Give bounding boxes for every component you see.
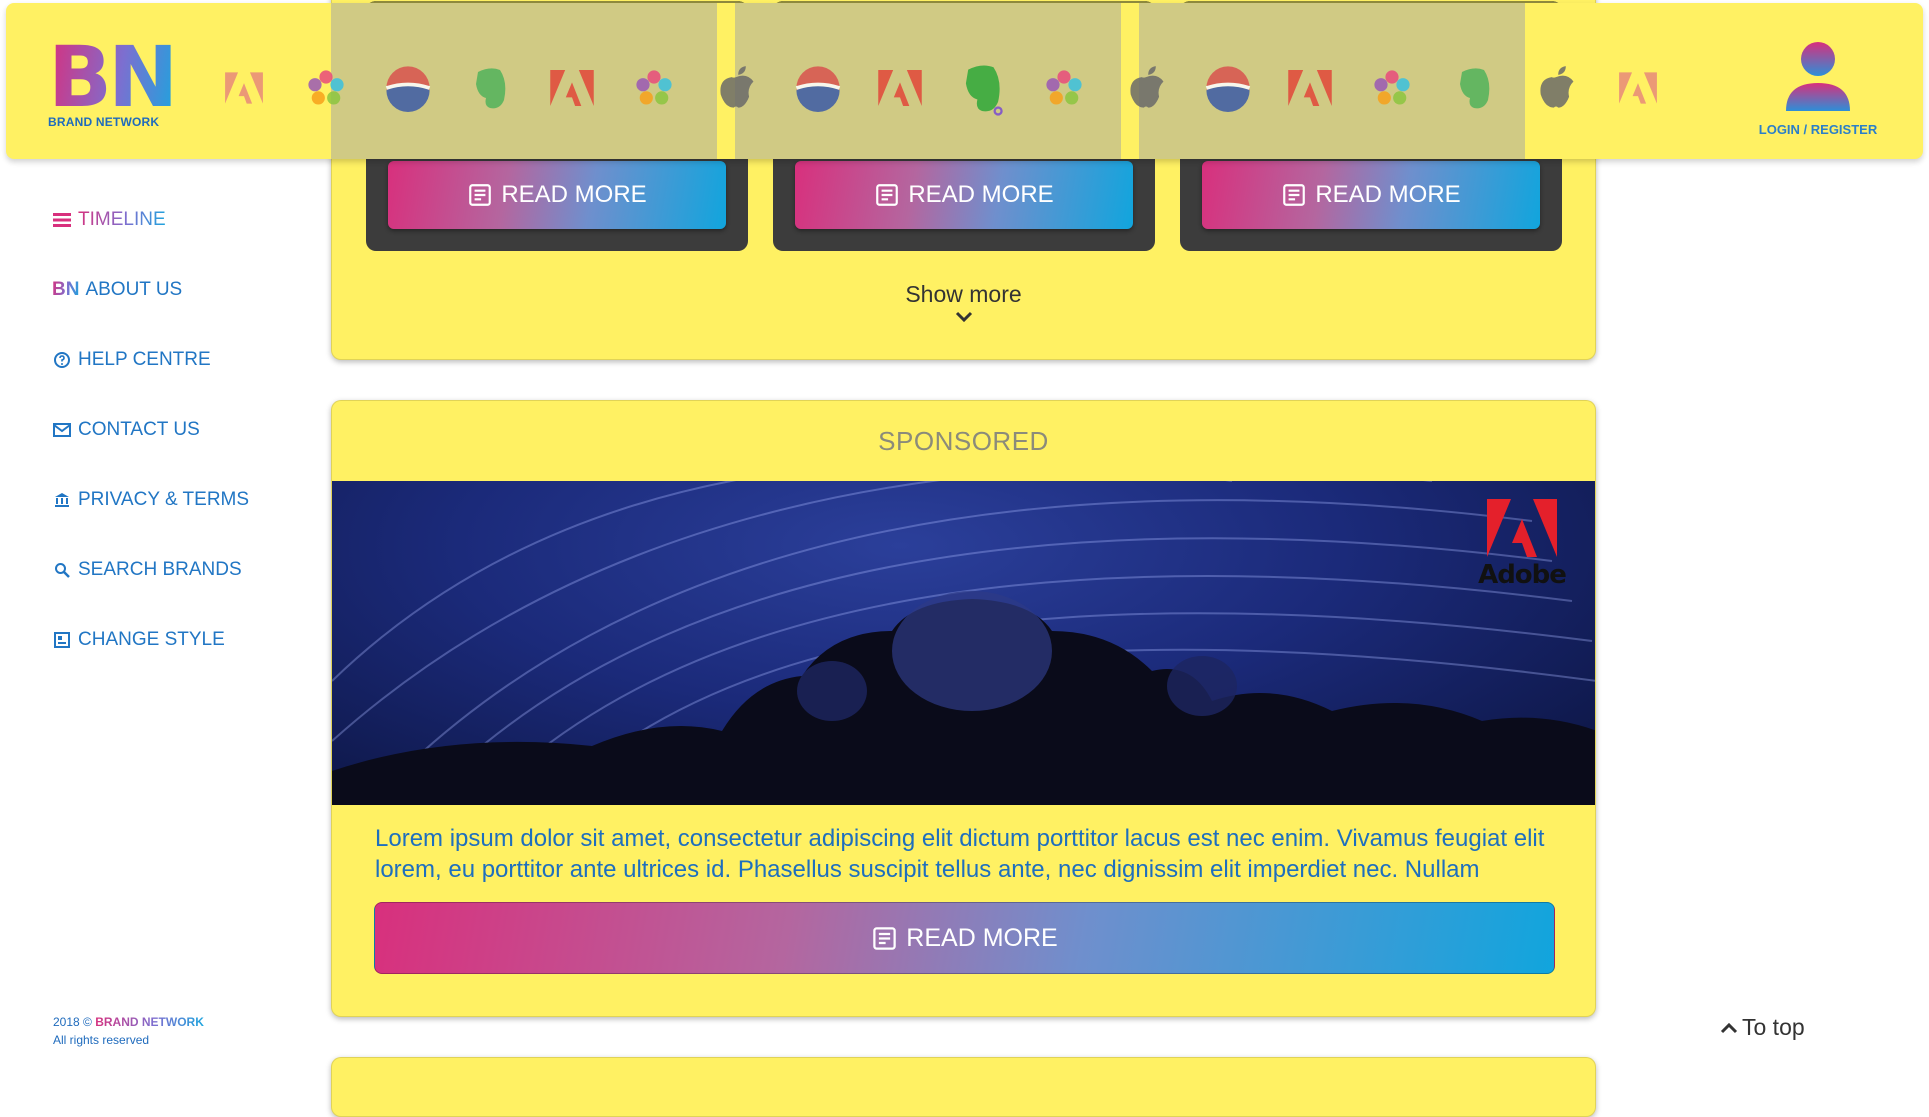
sidebar-item-label: TIMELINE (78, 209, 166, 230)
adobe-wordmark: Adobe (1478, 560, 1567, 590)
copyright: 2018 © BRAND NETWORK All rights reserved (53, 1013, 204, 1049)
sidebar-item-label: PRIVACY & TERMS (78, 489, 250, 510)
copyright-rights: All rights reserved (53, 1033, 150, 1047)
copyright-brand: BRAND NETWORK (95, 1015, 204, 1029)
sidebar-nav: TIMELINE BN ABOUT US HELP CENTRE CONTACT… (52, 205, 312, 695)
top-header: BN BRAND NETWORK LOGIN / REGISTER (6, 3, 1923, 159)
read-more-button[interactable]: READ MORE (795, 161, 1133, 229)
login-register-button[interactable]: LOGIN / REGISTER (1753, 39, 1883, 137)
read-more-label: READ MORE (906, 923, 1058, 952)
brand-carousel (216, 43, 1666, 133)
show-more-label: Show more (905, 281, 1022, 307)
sidebar-item-label: CONTACT US (78, 419, 200, 440)
pepsi-icon[interactable] (790, 60, 846, 116)
flower-icon[interactable] (1364, 60, 1420, 116)
help-icon (52, 350, 72, 370)
sidebar-item-about[interactable]: BN ABOUT US (52, 275, 312, 305)
logo-mark: BN (48, 35, 178, 119)
sponsored-card: SPONSORED Adobe Lorem ipsum dolor sit am… (331, 400, 1596, 1017)
article-icon (469, 184, 492, 206)
apple-icon[interactable] (1118, 60, 1174, 116)
adobe-icon[interactable] (1610, 60, 1666, 116)
adobe-logo: Adobe (1477, 497, 1567, 590)
to-top-button[interactable]: To top (1720, 1014, 1805, 1041)
sidebar-item-privacy[interactable]: PRIVACY & TERMS (52, 485, 312, 515)
sidebar-item-contact[interactable]: CONTACT US (52, 415, 312, 445)
read-more-label: READ MORE (908, 181, 1054, 208)
article-icon (876, 184, 899, 206)
pepsi-icon[interactable] (380, 60, 436, 116)
brand-logo[interactable]: BN BRAND NETWORK (48, 35, 178, 129)
show-more-button[interactable]: Show more (332, 281, 1595, 324)
next-card (331, 1057, 1596, 1117)
flower-icon[interactable] (1036, 60, 1092, 116)
list-icon (52, 210, 72, 230)
sponsored-image[interactable]: Adobe (332, 481, 1595, 805)
sidebar-item-label: HELP CENTRE (78, 349, 211, 370)
apple-icon[interactable] (708, 60, 764, 116)
sidebar-item-label: CHANGE STYLE (78, 629, 225, 650)
sidebar-item-label: ABOUT US (85, 279, 183, 300)
logo-subtitle: BRAND NETWORK (48, 115, 160, 129)
evernote-icon[interactable] (462, 60, 518, 116)
adobe-icon (1487, 499, 1557, 557)
article-icon (1283, 184, 1306, 206)
adobe-icon[interactable] (1282, 60, 1338, 116)
evernote-icon[interactable] (1446, 60, 1502, 116)
copyright-year: 2018 © (53, 1015, 92, 1029)
adobe-icon[interactable] (216, 60, 272, 116)
sidebar-item-style[interactable]: CHANGE STYLE (52, 625, 312, 655)
pepsi-icon[interactable] (1200, 60, 1256, 116)
apple-icon[interactable] (1528, 60, 1584, 116)
chevron-down-icon (955, 311, 972, 323)
flower-icon[interactable] (298, 60, 354, 116)
bn-icon: BN (52, 279, 80, 300)
adobe-icon[interactable] (872, 60, 928, 116)
mail-icon (52, 420, 72, 440)
login-register-label: LOGIN / REGISTER (1758, 122, 1878, 137)
read-more-button[interactable]: READ MORE (1202, 161, 1540, 229)
article-icon (873, 926, 897, 950)
read-more-label: READ MORE (1315, 181, 1461, 208)
search-icon (52, 560, 72, 580)
sidebar-item-help[interactable]: HELP CENTRE (52, 345, 312, 375)
sponsored-title: SPONSORED (878, 425, 1049, 456)
flower-icon[interactable] (626, 60, 682, 116)
bank-icon (52, 490, 72, 510)
adobe-icon[interactable] (544, 60, 600, 116)
sponsored-read-more-button[interactable]: READ MORE (374, 902, 1555, 974)
chevron-up-icon (1720, 1022, 1738, 1033)
to-top-label: To top (1742, 1014, 1805, 1040)
sponsored-text: Lorem ipsum dolor sit amet, consectetur … (375, 825, 1545, 883)
style-icon (52, 630, 72, 650)
star-trails-illustration (332, 481, 1595, 805)
read-more-label: READ MORE (501, 181, 647, 208)
sidebar-item-label: SEARCH BRANDS (78, 559, 242, 580)
sidebar-item-timeline[interactable]: TIMELINE (52, 205, 312, 235)
evernote-icon[interactable] (954, 60, 1010, 116)
user-icon (1786, 42, 1850, 111)
sidebar-item-search[interactable]: SEARCH BRANDS (52, 555, 312, 585)
read-more-button[interactable]: READ MORE (388, 161, 726, 229)
